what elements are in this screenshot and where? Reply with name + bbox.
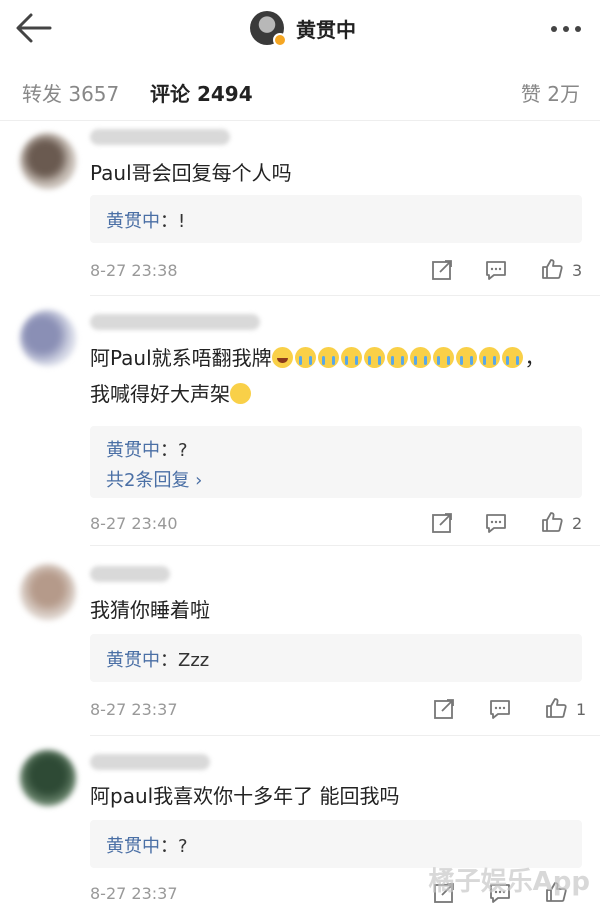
view-replies-link[interactable]: 共2条回复 › <box>106 466 202 492</box>
reply-box[interactable]: 黄贯中：? 共2条回复 › <box>90 426 582 498</box>
comment-text: Paul哥会回复每个人吗 <box>90 161 292 185</box>
reply-text: ：! <box>160 211 186 232</box>
like-count: 1 <box>576 700 587 719</box>
share-icon[interactable] <box>432 697 456 721</box>
avatar[interactable] <box>250 11 287 47</box>
like-icon[interactable] <box>544 696 568 720</box>
comment-text: 阿paul我喜欢你十多年了 能回我吗 <box>90 784 400 808</box>
reply-text: ：? <box>160 440 188 461</box>
crying-emoji-icon <box>478 347 500 368</box>
tab-likes[interactable]: 赞 2万 <box>521 78 580 107</box>
reply-icon[interactable] <box>484 511 508 535</box>
crying-emoji-icon <box>409 347 431 368</box>
crying-emoji-icon <box>455 347 477 368</box>
reply-box[interactable]: 黄贯中：Zzz <box>90 634 582 682</box>
reply-line: 黄贯中：Zzz <box>106 646 209 672</box>
reply-text: ：? <box>160 836 188 857</box>
avatar[interactable] <box>20 310 76 366</box>
crying-emoji-icon <box>363 347 385 368</box>
reply-text: ：Zzz <box>160 650 210 671</box>
like-count: 2 <box>572 514 583 533</box>
reply-line: 黄贯中：? <box>106 832 188 858</box>
comment-time: 8-27 23:37 <box>90 884 178 903</box>
reply-icon[interactable] <box>484 258 508 282</box>
comment-time: 8-27 23:38 <box>90 261 178 280</box>
comment-item: 阿Paul就系唔翻我牌 ， 我喊得好大声架 黄贯中：? 共2条回复 › 8-27 … <box>0 296 600 546</box>
comment-text: 阿Paul就系唔翻我牌 ， <box>90 340 545 376</box>
reply-author[interactable]: 黄贯中 <box>106 836 160 857</box>
smirk-emoji-icon <box>230 383 251 404</box>
like-icon[interactable] <box>540 510 564 534</box>
crying-emoji-icon <box>386 347 408 368</box>
crying-emoji-icon <box>294 347 316 368</box>
laugh-cry-emoji-icon <box>271 347 293 368</box>
tab-repost[interactable]: 转发 3657 <box>22 78 119 107</box>
more-button[interactable] <box>546 14 586 44</box>
reply-author[interactable]: 黄贯中 <box>106 650 160 671</box>
avatar[interactable] <box>20 564 76 620</box>
profile-title[interactable]: 黄贯中 <box>250 8 356 48</box>
comment-time: 8-27 23:37 <box>90 700 178 719</box>
crying-emoji-icon <box>317 347 339 368</box>
verified-badge-icon <box>273 33 287 47</box>
share-icon[interactable] <box>430 258 454 282</box>
tab-comments[interactable]: 评论 2494 <box>150 78 253 107</box>
crying-emoji-icon <box>432 347 454 368</box>
tab-bar: 转发 3657 评论 2494 赞 2万 <box>0 60 600 120</box>
username-blurred[interactable] <box>90 566 170 582</box>
reply-line: 黄贯中：! <box>106 207 185 233</box>
back-button[interactable] <box>14 10 54 46</box>
more-dots-icon <box>551 26 581 32</box>
username-blurred[interactable] <box>90 314 260 330</box>
comment-text-line2: 我喊得好大声架 <box>90 376 253 412</box>
username-blurred[interactable] <box>90 754 210 770</box>
like-icon[interactable] <box>540 257 564 281</box>
comment-item: 我猜你睡着啦 黄贯中：Zzz 8-27 23:37 1 <box>0 546 600 736</box>
reply-author[interactable]: 黄贯中 <box>106 211 160 232</box>
comma: ， <box>524 346 545 370</box>
crying-emoji-icon <box>501 347 523 368</box>
reply-icon[interactable] <box>488 697 512 721</box>
like-count: 3 <box>572 261 583 280</box>
watermark: 橘子娱乐App <box>428 867 590 897</box>
reply-box[interactable]: 黄贯中：! <box>90 195 582 243</box>
top-bar: 黄贯中 <box>0 0 600 60</box>
comment-text-line2-text: 我喊得好大声架 <box>90 382 230 406</box>
comment-text: 我猜你睡着啦 <box>90 598 210 622</box>
back-arrow-icon <box>16 13 52 43</box>
avatar[interactable] <box>20 750 76 806</box>
comment-time: 8-27 23:40 <box>90 514 178 533</box>
comment-text-line1: 阿Paul就系唔翻我牌 <box>90 346 272 370</box>
share-icon[interactable] <box>430 511 454 535</box>
avatar[interactable] <box>20 133 76 189</box>
reply-line: 黄贯中：? <box>106 436 188 462</box>
page-title: 黄贯中 <box>296 17 356 42</box>
reply-author[interactable]: 黄贯中 <box>106 440 160 461</box>
crying-emoji-icon <box>340 347 362 368</box>
comment-item: Paul哥会回复每个人吗 黄贯中：! 8-27 23:38 3 <box>0 121 600 296</box>
username-blurred[interactable] <box>90 129 230 145</box>
